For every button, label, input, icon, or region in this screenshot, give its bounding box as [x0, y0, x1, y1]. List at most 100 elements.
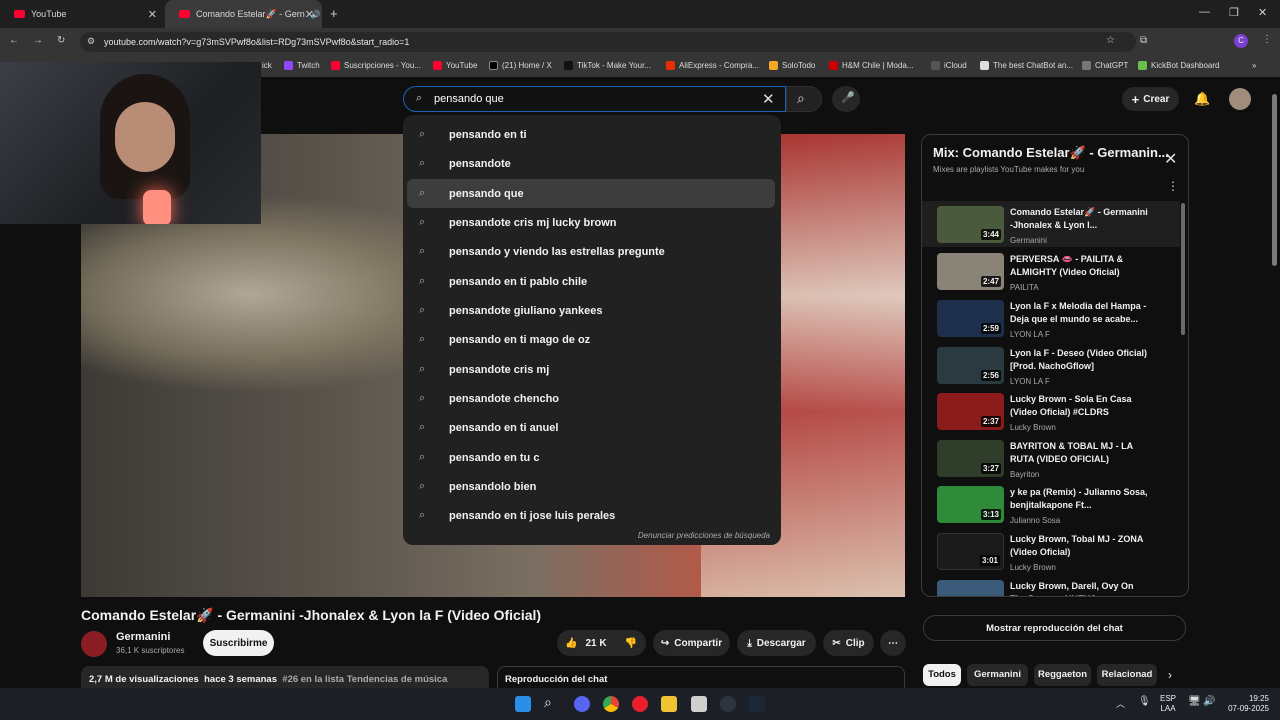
bookmark[interactable]: ick	[262, 61, 272, 70]
suggestion-item[interactable]: ⌕ pensando en tu c	[407, 443, 775, 472]
chip-reggaeton[interactable]: Reggaeton	[1034, 664, 1091, 686]
taskbar-search-icon[interactable]: ⌕	[544, 694, 552, 711]
playlist-item[interactable]: 2:37 Lucky Brown - Sola En Casa (Video Of…	[937, 393, 1182, 439]
channel-name[interactable]: Germanini	[116, 631, 170, 643]
suggestion-item[interactable]: ⌕ pensando en ti mago de oz	[407, 325, 775, 354]
calculator-icon[interactable]	[691, 696, 707, 712]
file-explorer-icon[interactable]	[661, 696, 677, 712]
bookmark[interactable]: iCloud	[931, 61, 967, 70]
clock[interactable]: 19:25 07-09-2025	[1224, 694, 1269, 714]
close-tab-icon[interactable]: ✕	[148, 8, 157, 21]
media-player-icon[interactable]	[632, 696, 648, 712]
more-bookmarks-icon[interactable]: »	[1252, 61, 1256, 70]
chevron-right-icon[interactable]: ›	[1168, 668, 1172, 682]
suggestion-item[interactable]: ⌕ pensando y viendo las estrellas pregunt…	[407, 237, 775, 266]
suggestion-item[interactable]: ⌕ pensando en ti pablo chile	[407, 267, 775, 296]
search-input[interactable]: ⌕ pensando que ✕	[403, 86, 786, 112]
playlist-item[interactable]: 3:13 y ke pa (Remix) - Julianno Sosa, ben…	[937, 486, 1182, 532]
reload-icon[interactable]: ↻	[57, 35, 65, 46]
playlist-item[interactable]: 2:56 Lyon la F - Deseo (Video Oficial) [P…	[937, 347, 1182, 393]
discord-icon[interactable]	[574, 696, 590, 712]
suggestion-item[interactable]: ⌕ pensando que	[407, 179, 775, 208]
bookmark[interactable]: AliExpress - Compra...	[666, 61, 759, 70]
more-actions-button[interactable]: ⋯	[880, 630, 906, 656]
page-scrollbar[interactable]	[1272, 94, 1277, 266]
related-chips: Todos Germanini Reggaeton Relacionad	[923, 664, 1163, 686]
bookmark[interactable]: (21) Home / X	[489, 61, 552, 70]
tab-comando-estelar[interactable]: Comando Estelar🚀 - Gern 🔊 ✕	[165, 0, 322, 28]
show-chat-replay-button[interactable]: Mostrar reproducción del chat	[923, 615, 1186, 641]
bookmark[interactable]: ChatGPT	[1082, 61, 1128, 70]
steam-icon[interactable]	[749, 696, 765, 712]
playlist-item[interactable]: 2:59 Lyon la F x Melodia del Hampa - Deja…	[937, 300, 1182, 346]
chip-germanini[interactable]: Germanini	[967, 664, 1028, 686]
microphone-tray-icon[interactable]: 🎙	[1138, 696, 1151, 707]
bookmark[interactable]: KickBot Dashboard	[1138, 61, 1219, 70]
playlist-item[interactable]: Lucky Brown, Darell, Ovy On The Drums - …	[937, 580, 1182, 596]
back-icon[interactable]: ←	[9, 35, 19, 46]
volume-icon[interactable]: 🔊	[1203, 696, 1215, 707]
subscribe-button[interactable]: Suscribirme	[203, 630, 274, 656]
playlist-item[interactable]: 3:44 Comando Estelar🚀 - Germanini -Jhonal…	[937, 206, 1182, 252]
suggestion-item[interactable]: ⌕ pensandote chencho	[407, 384, 775, 413]
suggestion-item[interactable]: ⌕ pensandote	[407, 149, 775, 178]
share-button[interactable]: ↪ Compartir	[653, 630, 730, 656]
dislike-icon[interactable]: 👎	[625, 638, 637, 649]
bookmark[interactable]: YouTube	[433, 61, 477, 70]
clear-search-icon[interactable]: ✕	[762, 90, 775, 108]
windows-start-icon[interactable]	[515, 696, 531, 712]
like-dislike-button[interactable]: 👍 21 K 👎	[557, 630, 646, 656]
tray-chevron-icon[interactable]: ︿	[1116, 697, 1125, 710]
close-playlist-icon[interactable]: ✕	[1164, 149, 1177, 169]
language-indicator[interactable]: ESP LAA	[1160, 694, 1176, 714]
avatar[interactable]	[1229, 88, 1251, 110]
suggestion-item[interactable]: ⌕ pensandote cris mj	[407, 355, 775, 384]
bookmark-star-icon[interactable]: ☆	[1106, 35, 1115, 46]
suggestion-item[interactable]: ⌕ pensandolo bien	[407, 472, 775, 501]
suggestion-item[interactable]: ⌕ pensando en ti jose luis perales	[407, 501, 775, 530]
bookmark[interactable]: SoloTodo	[769, 61, 815, 70]
suggestion-item[interactable]: ⌕ pensandote giuliano yankees	[407, 296, 775, 325]
bookmark[interactable]: The best ChatBot an...	[980, 61, 1073, 70]
playlist-item[interactable]: 3:27 BAYRITON & TOBAL MJ - LA RUTA (VIDEO…	[937, 440, 1182, 486]
clip-button[interactable]: ✂ Clip	[823, 630, 874, 656]
chip-relacionados[interactable]: Relacionad	[1097, 664, 1157, 686]
like-icon[interactable]: 👍	[565, 638, 577, 649]
channel-avatar[interactable]	[81, 631, 107, 657]
video-title: Comando Estelar🚀 - Germanini -Jhonalex &…	[81, 607, 542, 623]
more-options-icon[interactable]: ⋮	[1167, 179, 1179, 193]
profile-avatar[interactable]: C	[1234, 34, 1248, 48]
extensions-icon[interactable]: ⧉	[1140, 35, 1147, 46]
forward-icon[interactable]: →	[33, 35, 43, 46]
menu-icon[interactable]: ⋮	[1262, 34, 1272, 45]
notifications-icon[interactable]: 🔔	[1194, 91, 1210, 107]
bookmark[interactable]: Suscripciones - You...	[331, 61, 421, 70]
new-tab-icon[interactable]: +	[330, 6, 338, 21]
playlist-item[interactable]: 2:47 PERVERSA 👄 - PAILITA & ALMIGHTY (Vid…	[937, 253, 1182, 299]
search-button[interactable]: ⌕	[786, 86, 822, 112]
voice-search-button[interactable]: 🎤	[832, 86, 860, 112]
settings-icon[interactable]	[720, 696, 736, 712]
suggestion-item[interactable]: ⌕ pensandote cris mj lucky brown	[407, 208, 775, 237]
suggestion-item[interactable]: ⌕ pensando en ti anuel	[407, 413, 775, 442]
report-predictions-link[interactable]: Denunciar predicciones de búsqueda	[638, 531, 770, 540]
playlist-item[interactable]: 3:01 Lucky Brown, Tobal MJ - ZONA (Video …	[937, 533, 1182, 579]
chip-todos[interactable]: Todos	[923, 664, 961, 686]
search-icon: ⌕	[419, 245, 426, 257]
close-window-icon[interactable]: ✕	[1258, 6, 1267, 19]
suggestion-item[interactable]: ⌕ pensando en ti	[407, 120, 775, 149]
bookmark[interactable]: Twitch	[284, 61, 320, 70]
chrome-icon[interactable]	[603, 696, 619, 712]
close-tab-icon[interactable]: ✕	[305, 8, 314, 21]
minimize-icon[interactable]: —	[1199, 6, 1210, 18]
network-icon[interactable]: 🖥	[1188, 696, 1201, 707]
restore-icon[interactable]: ❐	[1229, 6, 1239, 19]
bookmark[interactable]: H&M Chile | Moda...	[829, 61, 913, 70]
bookmark[interactable]: TikTok - Make Your...	[564, 61, 651, 70]
create-button[interactable]: + Crear	[1122, 87, 1179, 111]
address-bar[interactable]: youtube.com/watch?v=g73mSVPwf8o&list=RDg…	[80, 32, 1136, 52]
site-info-icon[interactable]: ⚙	[87, 36, 95, 47]
tab-youtube[interactable]: YouTube ✕	[0, 0, 165, 28]
youtube-icon	[14, 10, 25, 18]
download-button[interactable]: ⤓ Descargar	[737, 630, 816, 656]
